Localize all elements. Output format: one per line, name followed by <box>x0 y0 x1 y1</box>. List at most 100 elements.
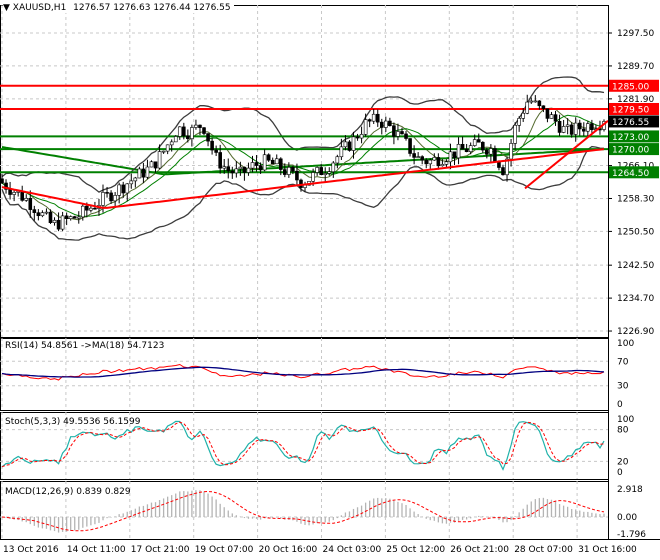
candle-body <box>359 134 364 139</box>
candle-body <box>141 168 146 178</box>
level-price-label: 1285.00 <box>612 82 649 92</box>
candle-body <box>129 180 134 185</box>
candle-body <box>177 126 182 137</box>
candle-body <box>194 124 198 128</box>
level-price-label: 1264.50 <box>612 169 649 179</box>
candle-body <box>222 166 227 169</box>
rsi-line <box>1 363 605 381</box>
candle-body <box>32 209 37 213</box>
time-tick-label: 20 Oct 16:00 <box>259 545 318 555</box>
candle-body <box>242 166 247 173</box>
candle-body <box>343 141 348 148</box>
candle-body <box>509 143 513 160</box>
candle-body <box>258 165 263 171</box>
candle-body <box>311 172 315 182</box>
candle-body <box>64 215 69 219</box>
candle-body <box>226 166 231 172</box>
candle-body <box>521 112 525 119</box>
rsi-tick-label: 0 <box>617 400 623 410</box>
candle-body <box>590 123 594 131</box>
rsi-title: RSI(14) 54.8561 ->MA(18) 54.7123 <box>5 341 164 351</box>
candle-body <box>460 143 465 150</box>
price-tick-label: 1250.50 <box>617 227 654 237</box>
candle-body <box>432 157 437 161</box>
price-tick-label: 1234.70 <box>617 294 654 304</box>
candle-body <box>262 154 267 171</box>
candle-body <box>101 192 105 206</box>
current-price-label: 1276.55 <box>612 118 649 128</box>
candle-body <box>76 216 81 219</box>
time-tick-label: 26 Oct 21:00 <box>450 545 509 555</box>
candle-body <box>456 143 461 159</box>
stoch-tick-label: 100 <box>617 415 634 425</box>
level-price-label: 1273.00 <box>612 133 649 143</box>
candle-body <box>464 148 469 153</box>
candle-body <box>541 105 546 110</box>
candle-body <box>339 146 344 158</box>
trendline <box>524 120 609 190</box>
candle-body <box>24 197 29 201</box>
candle-body <box>12 192 16 195</box>
trading-chart: 13 Oct 2016 14 Oct 11:00 17 Oct 21:00 19 Oc… <box>0 5 660 555</box>
candle-body <box>169 141 174 146</box>
symbol-label: XAUUSD,H1 <box>12 3 67 13</box>
candle-body <box>238 166 243 170</box>
stoch-tick-label: 80 <box>617 426 629 436</box>
candle-body <box>424 159 429 165</box>
candle-body <box>56 219 61 230</box>
candle-body <box>20 191 25 201</box>
price-tick-label: 1297.50 <box>617 29 654 39</box>
candle-body <box>60 215 65 230</box>
macd-tick-label: 0.00 <box>617 513 637 523</box>
candle-body <box>493 148 497 162</box>
candle-body <box>557 120 562 133</box>
candle-body <box>214 149 218 153</box>
candle-body <box>525 101 530 114</box>
candle-body <box>529 100 534 103</box>
candle-body <box>145 166 150 178</box>
candle-body <box>186 135 190 140</box>
candle-body <box>206 133 210 142</box>
stoch-tick-label: 0 <box>617 468 623 478</box>
collapse-triangle-icon[interactable]: ▼ <box>3 3 10 13</box>
candle-body <box>440 164 445 167</box>
candle-body <box>117 184 121 196</box>
candle-body <box>489 148 493 155</box>
candle-body <box>485 149 489 155</box>
candle-body <box>8 189 12 195</box>
candle-body <box>581 128 586 132</box>
candle-body <box>565 124 570 127</box>
candle-body <box>266 154 271 161</box>
candle-body <box>537 100 542 107</box>
time-tick-label: 19 Oct 07:00 <box>195 545 254 555</box>
candle-body <box>105 192 109 194</box>
candle-body <box>517 118 521 126</box>
candle-body <box>513 124 517 144</box>
stoch-tick-label: 20 <box>617 457 629 467</box>
candle-body <box>161 150 166 153</box>
candle-body <box>234 168 239 174</box>
candle-body <box>351 136 356 151</box>
candle-body <box>533 100 538 103</box>
candle-body <box>250 162 255 169</box>
candle-body <box>355 136 360 139</box>
candle-body <box>254 162 259 166</box>
rsi-tick-label: 100 <box>617 339 634 349</box>
candle-body <box>0 178 4 184</box>
candle-body <box>448 151 453 163</box>
candle-body <box>68 216 73 219</box>
candle-body <box>573 122 578 135</box>
candle-body <box>52 219 57 223</box>
price-tick-label: 1289.70 <box>617 62 654 72</box>
time-tick-label: 13 Oct 2016 <box>3 545 59 555</box>
time-tick-label: 28 Oct 07:00 <box>514 545 573 555</box>
candle-body <box>182 126 186 137</box>
candle-body <box>202 127 206 134</box>
candle-body <box>173 136 178 143</box>
candle-body <box>190 127 194 140</box>
candle-body <box>157 151 162 169</box>
rsi-tick-label: 30 <box>617 382 629 392</box>
candle-body <box>315 167 319 173</box>
time-tick-label: 31 Oct 16:00 <box>578 545 637 555</box>
candle-body <box>81 205 85 218</box>
